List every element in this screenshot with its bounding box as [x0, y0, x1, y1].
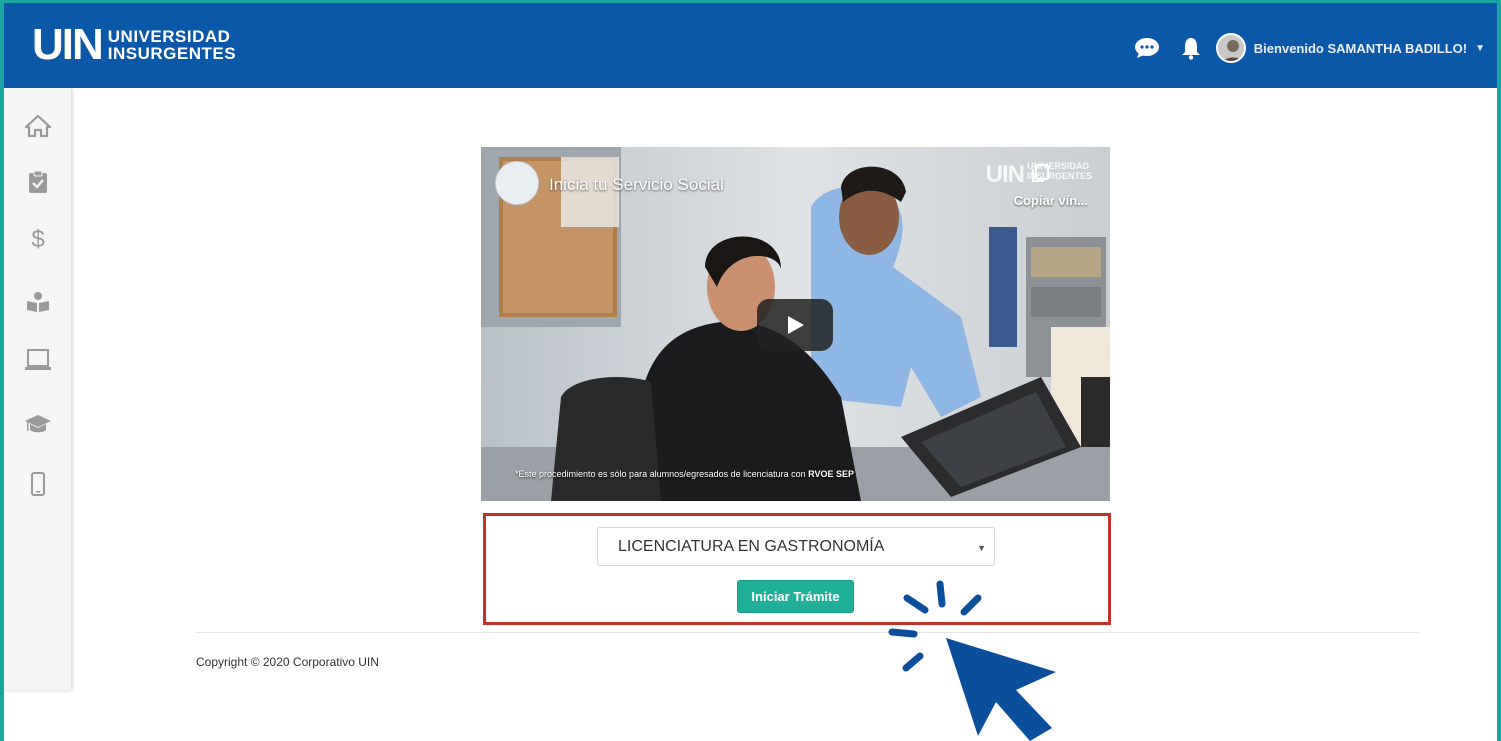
click-ray	[960, 594, 982, 616]
caret-down-icon: ▼	[977, 543, 986, 553]
click-ray	[936, 580, 946, 608]
video-disclaimer: *Este procedimiento es sólo para alumnos…	[515, 469, 854, 479]
copyright-text: Copyright © 2020 Corporativo UIN	[196, 655, 379, 669]
click-ray	[902, 652, 924, 672]
start-process-button[interactable]: Iniciar Trámite	[737, 580, 854, 613]
copy-link-icon[interactable]	[1030, 163, 1050, 183]
sidebar-item-home[interactable]	[4, 106, 72, 146]
mobile-icon	[31, 472, 45, 496]
program-select-value: LICENCIATURA EN GASTRONOMÍA	[618, 537, 885, 555]
sidebar-item-courses[interactable]	[4, 282, 72, 322]
home-icon	[25, 114, 51, 138]
click-cursor-illustration	[888, 580, 1056, 741]
copy-link-label[interactable]: Copiar vín...	[1014, 193, 1088, 208]
laptop-icon	[25, 349, 51, 370]
sidebar-item-mobile[interactable]	[4, 464, 72, 504]
click-ray	[888, 628, 918, 638]
sidebar-item-graduation[interactable]	[4, 404, 72, 444]
click-ray	[903, 594, 929, 614]
graduation-cap-icon	[25, 415, 51, 433]
play-icon	[788, 316, 804, 334]
sidebar-item-tasks[interactable]	[4, 162, 72, 202]
play-button[interactable]	[757, 299, 833, 351]
watermark-mark: UIN	[985, 161, 1025, 188]
sidebar: $	[4, 88, 72, 690]
program-select[interactable]: LICENCIATURA EN GASTRONOMÍA ▼	[597, 527, 995, 566]
cursor-arrow-icon	[946, 638, 1056, 741]
reader-icon	[27, 292, 49, 312]
footer-divider	[196, 632, 1419, 633]
clipboard-check-icon	[29, 170, 47, 193]
video-title[interactable]: Inicia tu Servicio Social	[549, 175, 724, 195]
sidebar-item-online[interactable]	[4, 340, 72, 380]
channel-avatar[interactable]	[495, 161, 539, 205]
disclaimer-bold: RVOE SEP	[808, 469, 855, 479]
video-player[interactable]: Inicia tu Servicio Social UIN UNIVERSIDAD…	[481, 147, 1110, 501]
dollar-icon: $	[31, 226, 45, 253]
sidebar-item-payments[interactable]: $	[4, 220, 72, 260]
disclaimer-text: *Este procedimiento es sólo para alumnos…	[515, 469, 809, 479]
